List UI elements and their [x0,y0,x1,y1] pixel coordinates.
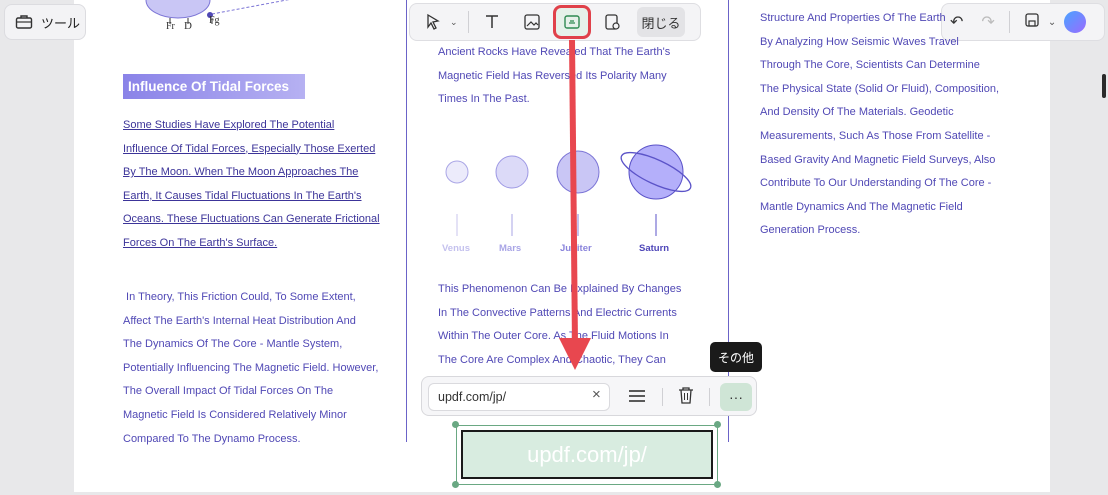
cursor-icon [427,13,440,30]
resize-handle[interactable] [452,481,459,488]
resize-handle[interactable] [714,481,721,488]
planet-label-venus: Venus [442,243,470,254]
text-line: Potentially Influencing The Magnetic Fie… [123,361,379,374]
image-tool[interactable] [515,7,549,37]
planet-label-mars: Mars [499,243,522,254]
text-icon [486,15,498,28]
image-icon [524,14,540,30]
link-properties-bar: updf.com/jp/ × ··· [421,376,757,416]
text-line: Magnetic Field Is Considered Relatively … [123,408,347,421]
link-annotation[interactable]: updf.com/jp/ [461,430,713,479]
text-line: The Physical State (Solid Or Fluid), Com… [760,82,1000,95]
trash-icon[interactable] [678,386,694,409]
close-button[interactable]: 閉じる [637,7,685,37]
resize-handle[interactable] [714,421,721,428]
divider [709,388,710,406]
text-line: Measurements, Such As Those From Satelli… [760,129,991,142]
text-line: Structure And Properties Of The Earth [760,12,946,24]
arrow-annotation-icon [559,40,591,370]
toolbox-icon [15,14,33,30]
scrollbar[interactable] [1102,74,1106,98]
tools-label: ツール [41,15,81,31]
text-line: By The Moon. When The Moon Approaches Th… [123,166,359,179]
text-line: Affect The Earth's Internal Heat Distrib… [123,314,356,327]
divider [662,388,663,406]
shape-tool[interactable] [595,7,629,37]
text-line: The Dynamics Of The Core - Mantle System… [123,338,343,351]
text-line: Influence Of Tidal Forces, Especially Th… [123,142,376,155]
divider [1008,11,1010,33]
section-heading: Influence Of Tidal Forces [123,74,305,99]
text-line: Earth, It Causes Tidal Fluctuations In T… [123,189,362,202]
edit-toolbar: ⌄ 閉じる [409,3,701,41]
tools-button[interactable]: ツール [4,4,86,40]
label-fg: Fg [209,15,220,26]
text-line: Some Studies Have Explored The Potential [123,119,335,131]
label-d: D [184,20,192,32]
text-line: Generation Process. [760,224,861,237]
link-tool[interactable] [553,5,591,39]
url-input[interactable]: updf.com/jp/ [428,383,610,411]
shape-icon [605,14,620,30]
text-line: Oceans. These Fluctuations Can Generate … [123,213,380,226]
underlined-paragraph: Some Studies Have Explored The Potential… [123,114,380,256]
save-icon[interactable] [1024,12,1040,33]
text-line: Forces On The Earth's Surface. [123,236,278,249]
select-tool[interactable] [416,7,450,37]
paragraph: In Theory, This Friction Could, To Some … [123,286,378,451]
clear-icon[interactable]: × [592,386,601,403]
more-tooltip: その他 [710,342,762,372]
label-fr: Fr [166,21,175,32]
text-line: The Overall Impact Of Tidal Forces On Th… [123,385,334,398]
more-button[interactable]: ··· [720,383,752,411]
text-line: Compared To The Dynamo Process. [123,432,301,445]
text-line: Mantle Dynamics And The Magnetic Field [760,200,963,213]
divider [468,11,469,33]
column-divider [406,0,407,442]
planet-label-saturn: Saturn [639,243,670,254]
link-icon [564,15,580,29]
text-line: And Density Of The Materials. Geodetic [760,106,954,119]
text-line: Based Gravity And Magnetic Field Surveys… [760,153,996,166]
text-line: Through The Core, Scientists Can Determi… [760,59,980,72]
chevron-down-icon[interactable]: ⌄ [450,17,462,28]
resize-handle[interactable] [452,421,459,428]
text-line: Contribute To Our Understanding Of The C… [760,177,992,190]
chevron-down-icon[interactable]: ⌄ [1048,17,1056,28]
text-line: By Analyzing How Seismic Waves Travel [760,35,959,48]
paragraph: Structure And Properties Of The Earth By… [760,7,999,243]
text-line: In Theory, This Friction Could, To Some … [123,291,356,303]
ai-assistant-icon[interactable] [1064,11,1087,33]
text-tool[interactable] [475,7,509,37]
align-icon[interactable] [628,387,646,410]
